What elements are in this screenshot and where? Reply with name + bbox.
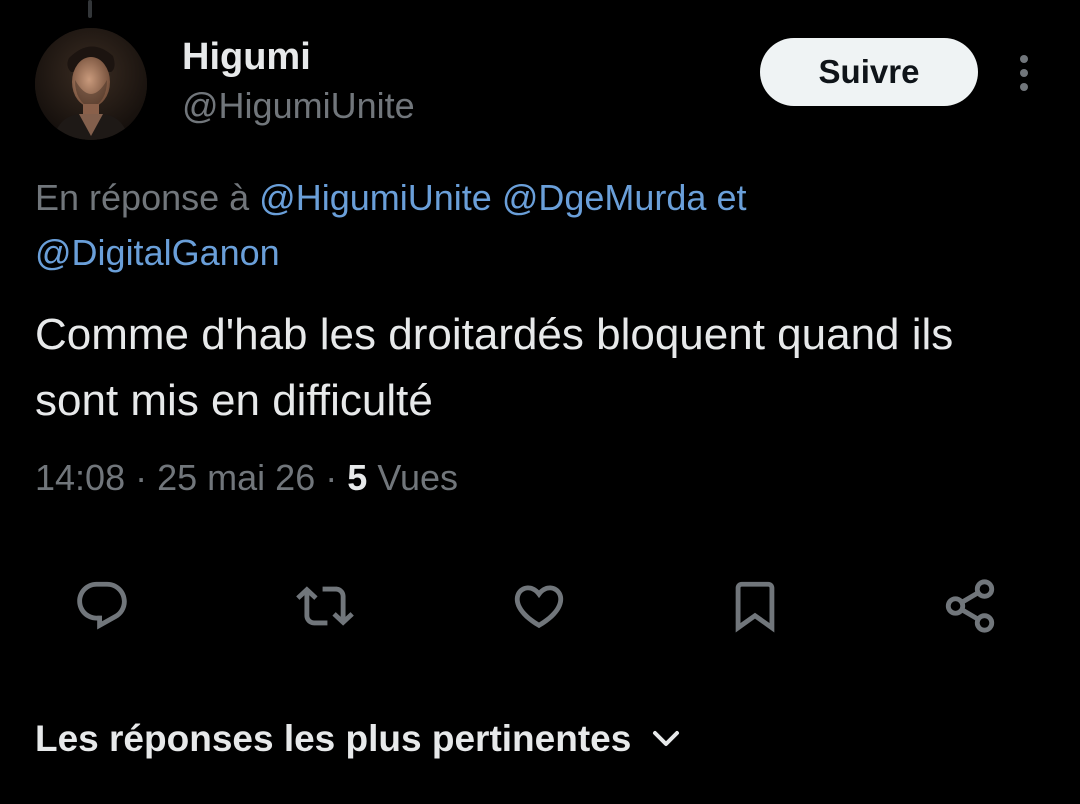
like-button[interactable] xyxy=(503,570,575,642)
tweet-date[interactable]: 25 mai 26 xyxy=(157,457,315,498)
more-vertical-icon xyxy=(1020,55,1028,91)
bookmark-button[interactable] xyxy=(719,570,791,642)
mention-conjunction[interactable]: et xyxy=(716,177,746,218)
author-handle[interactable]: @HigumiUnite xyxy=(182,84,415,128)
views-label[interactable]: Vues xyxy=(377,457,458,498)
thread-connector-line xyxy=(88,0,92,18)
mention-link[interactable]: @DgeMurda xyxy=(502,177,707,218)
more-options-button[interactable] xyxy=(1004,48,1044,98)
tweet-text: Comme d'hab les droitardés bloquent quan… xyxy=(35,310,954,425)
author-name[interactable]: Higumi xyxy=(182,34,311,80)
mention-link[interactable]: @HigumiUnite xyxy=(259,177,492,218)
views-count[interactable]: 5 xyxy=(347,457,367,498)
retweet-button[interactable] xyxy=(289,570,361,642)
tweet-time[interactable]: 14:08 xyxy=(35,457,125,498)
reply-context-prefix: En réponse à xyxy=(35,177,250,218)
chevron-down-icon xyxy=(651,723,683,755)
share-icon xyxy=(945,579,995,633)
share-button[interactable] xyxy=(934,570,1006,642)
reply-button[interactable] xyxy=(66,570,138,642)
replies-sort-dropdown[interactable]: Les réponses les plus pertinentes xyxy=(35,714,683,764)
heart-icon xyxy=(514,585,564,629)
avatar-image xyxy=(35,28,147,140)
reply-context: En réponse à @HigumiUnite @DgeMurda et @D… xyxy=(35,170,1035,280)
follow-button[interactable]: Suivre xyxy=(760,38,978,106)
meta-separator: · xyxy=(135,457,148,498)
meta-separator: · xyxy=(325,457,338,498)
replies-sort-label: Les réponses les plus pertinentes xyxy=(35,718,632,759)
tweet-metadata: 14:08 · 25 mai 26 · 5 Vues xyxy=(35,455,458,501)
avatar[interactable] xyxy=(35,28,147,140)
bookmark-icon xyxy=(735,581,775,633)
retweet-icon xyxy=(296,586,354,626)
speech-bubble-icon xyxy=(77,581,127,630)
mention-link[interactable]: @DigitalGanon xyxy=(35,232,280,273)
